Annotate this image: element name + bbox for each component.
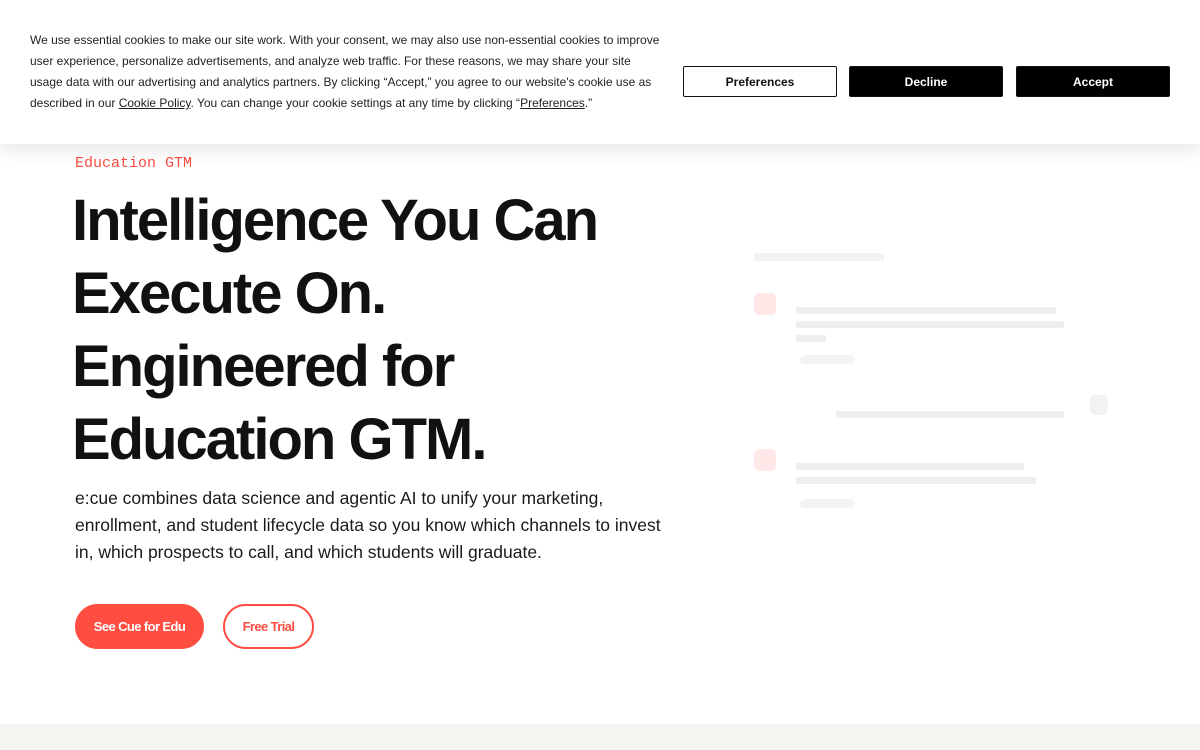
message-line — [796, 321, 1064, 328]
headline-line: Intelligence You Can — [72, 188, 599, 253]
message-line — [796, 477, 1036, 484]
message-chip — [800, 355, 855, 364]
message-line — [796, 463, 1024, 470]
free-trial-button[interactable]: Free Trial — [223, 604, 314, 649]
preferences-link[interactable]: Preferences — [520, 96, 585, 110]
cookie-text-middle: . You can change your cookie settings at… — [190, 96, 521, 110]
headline-line: Execute On. — [72, 261, 387, 326]
chat-header-placeholder — [754, 253, 884, 261]
assistant-avatar — [754, 449, 776, 471]
headline-line: Education GTM. — [72, 407, 487, 472]
accept-button[interactable]: Accept — [1016, 66, 1170, 97]
hero-eyebrow: Education GTM — [75, 155, 193, 172]
message-chip — [800, 499, 855, 508]
next-section-band — [0, 724, 1200, 750]
message-line — [796, 307, 1056, 314]
decline-button[interactable]: Decline — [849, 66, 1003, 97]
headline-line: Engineered for — [72, 334, 455, 399]
see-cue-for-edu-button[interactable]: See Cue for Edu — [75, 604, 204, 649]
cookie-banner: We use essential cookies to make our sit… — [0, 0, 1200, 144]
user-avatar — [1090, 395, 1108, 415]
cookie-policy-link[interactable]: Cookie Policy — [119, 96, 191, 110]
cookie-consent-text: We use essential cookies to make our sit… — [30, 30, 662, 114]
hero-subtext: e:cue combines data science and agentic … — [75, 488, 661, 562]
user-message-line — [836, 411, 1064, 418]
preferences-button[interactable]: Preferences — [683, 66, 837, 97]
hero-headline: Intelligence You Can Execute On. Enginee… — [72, 184, 692, 476]
cookie-text-end: .” — [584, 96, 593, 110]
assistant-avatar — [754, 293, 776, 315]
chat-preview-illustration — [740, 245, 1120, 525]
message-line — [796, 335, 826, 342]
